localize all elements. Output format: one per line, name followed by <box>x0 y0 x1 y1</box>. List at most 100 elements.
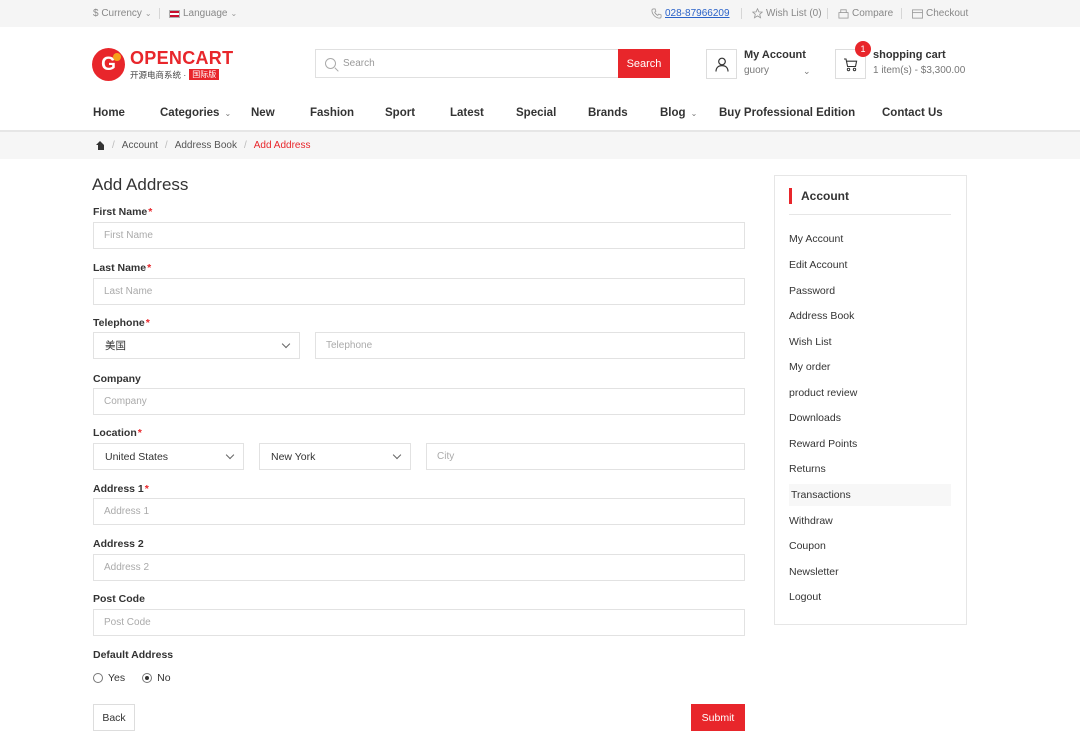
nav-blog[interactable]: Blog ⌄ <box>660 107 697 119</box>
first-name-label: First Name* <box>93 206 152 218</box>
address1-label: Address 1* <box>93 483 149 495</box>
default-address-yes-label[interactable]: Yes <box>108 672 125 684</box>
telephone-country-value: 美国 <box>105 340 126 352</box>
sidebar-item-coupon[interactable]: Coupon <box>789 535 951 557</box>
cart-title[interactable]: shopping cart <box>873 49 946 61</box>
currency-label: $ Currency <box>93 8 142 19</box>
region-value: New York <box>271 450 316 463</box>
nav-latest[interactable]: Latest <box>450 107 484 119</box>
country-select[interactable]: United States <box>93 443 244 470</box>
search-input[interactable]: Search <box>315 49 619 78</box>
sidebar-item-withdraw[interactable]: Withdraw <box>789 510 951 532</box>
nav-sport-label: Sport <box>385 107 416 119</box>
search-button[interactable]: Search <box>618 49 670 78</box>
phone-link[interactable]: 028-87966209 <box>651 8 730 19</box>
sidebar-item-password[interactable]: Password <box>789 280 951 302</box>
postcode-input[interactable]: Post Code <box>93 609 745 636</box>
company-placeholder: Company <box>104 396 147 407</box>
phone-number: 028-87966209 <box>665 8 730 19</box>
submit-button[interactable]: Submit <box>691 704 745 731</box>
required-mark: * <box>145 317 150 329</box>
nav-fashion[interactable]: Fashion <box>310 107 354 119</box>
home-icon[interactable] <box>96 141 105 150</box>
sidebar-item-logout[interactable]: Logout <box>789 586 951 608</box>
compare-label: Compare <box>852 8 894 19</box>
site-logo[interactable]: G OPENCART 开源电商系统 · 国际版 <box>92 48 233 81</box>
brand-subtitle-text: 开源电商系统 · <box>130 69 187 80</box>
wishlist-label: Wish List (0) <box>766 8 822 19</box>
sidebar-item-product-review[interactable]: product review <box>789 382 951 404</box>
default-address-label: Default Address <box>93 649 173 661</box>
nav-home-label: Home <box>93 107 125 119</box>
account-username: guory <box>744 65 770 76</box>
address2-input[interactable]: Address 2 <box>93 554 745 581</box>
chevron-down-icon[interactable]: ⌄ <box>803 66 811 77</box>
sidebar-item-edit-account[interactable]: Edit Account <box>789 254 951 276</box>
last-name-input[interactable]: Last Name <box>93 278 745 305</box>
postcode-label-text: Post Code <box>93 593 145 605</box>
wishlist-link[interactable]: Wish List (0) <box>752 8 822 19</box>
breadcrumb-address-book[interactable]: Address Book <box>175 140 237 151</box>
breadcrumb-current[interactable]: Add Address <box>254 140 311 151</box>
country-value: United States <box>105 450 169 463</box>
company-input[interactable]: Company <box>93 388 745 415</box>
account-button[interactable] <box>706 49 737 79</box>
nav-new[interactable]: New <box>251 107 275 119</box>
default-address-no-label[interactable]: No <box>157 672 170 684</box>
sidebar-item-my-order[interactable]: My order <box>789 356 951 378</box>
default-address-no-radio[interactable] <box>142 673 153 683</box>
breadcrumb: / Account / Address Book / Add Address <box>96 140 310 151</box>
region-select[interactable]: New York <box>259 443 411 470</box>
location-label-text: Location <box>93 427 137 439</box>
chevron-down-icon: ⌄ <box>224 108 232 118</box>
nav-blog-label: Blog <box>660 107 686 119</box>
nav-brands[interactable]: Brands <box>588 107 628 119</box>
chevron-down-icon: ⌄ <box>230 9 238 18</box>
sidebar-item-newsletter[interactable]: Newsletter <box>789 561 951 583</box>
city-input[interactable]: City <box>426 443 745 470</box>
telephone-country-select[interactable]: 美国 <box>93 332 300 359</box>
nav-categories[interactable]: Categories ⌄ <box>160 107 231 119</box>
telephone-label-text: Telephone <box>93 317 145 329</box>
nav-new-label: New <box>251 107 275 119</box>
telephone-input[interactable]: Telephone <box>315 332 745 359</box>
chevron-down-icon <box>392 450 402 459</box>
page-title: Add Address <box>92 175 189 194</box>
currency-dropdown[interactable]: $ Currency ⌄ <box>93 8 152 19</box>
sidebar-item-my-account[interactable]: My Account <box>789 228 951 250</box>
first-name-input[interactable]: First Name <box>93 222 745 249</box>
back-button[interactable]: Back <box>93 704 135 731</box>
sidebar-heading: Account <box>789 188 849 204</box>
sidebar-item-transactions[interactable]: Transactions <box>789 484 951 506</box>
sidebar-item-wish-list[interactable]: Wish List <box>789 331 951 353</box>
address2-label-text: Address 2 <box>93 538 144 550</box>
address1-label-text: Address 1 <box>93 483 144 495</box>
sidebar-item-downloads[interactable]: Downloads <box>789 407 951 429</box>
default-address-options: Yes No <box>93 672 171 684</box>
breadcrumb-account[interactable]: Account <box>122 140 158 151</box>
telephone-placeholder: Telephone <box>326 340 373 351</box>
account-title[interactable]: My Account <box>744 49 806 61</box>
address1-input[interactable]: Address 1 <box>93 498 745 525</box>
language-dropdown[interactable]: Language ⌄ <box>169 8 237 19</box>
sidebar-item-returns[interactable]: Returns <box>789 458 951 480</box>
sidebar-item-reward-points[interactable]: Reward Points <box>789 433 951 455</box>
breadcrumb-separator: / <box>164 140 168 151</box>
nav-contact[interactable]: Contact Us <box>882 107 943 119</box>
sidebar-item-address-book[interactable]: Address Book <box>789 305 951 327</box>
cart-summary: 1 item(s) - $3,300.00 <box>873 65 966 76</box>
language-label: Language <box>183 8 228 19</box>
default-address-label-text: Default Address <box>93 649 174 661</box>
nav-sport[interactable]: Sport <box>385 107 415 119</box>
logo-mark-icon: G <box>92 48 125 81</box>
default-address-yes-radio[interactable] <box>93 673 103 683</box>
nav-home[interactable]: Home <box>93 107 125 119</box>
sidebar-divider <box>789 214 951 215</box>
nav-contact-label: Contact Us <box>882 107 943 119</box>
divider <box>901 8 902 19</box>
nav-special[interactable]: Special <box>516 107 556 119</box>
divider <box>159 8 160 19</box>
compare-link[interactable]: Compare <box>838 8 893 19</box>
checkout-link[interactable]: Checkout <box>912 8 968 19</box>
nav-buy-professional[interactable]: Buy Professional Edition <box>719 107 855 119</box>
